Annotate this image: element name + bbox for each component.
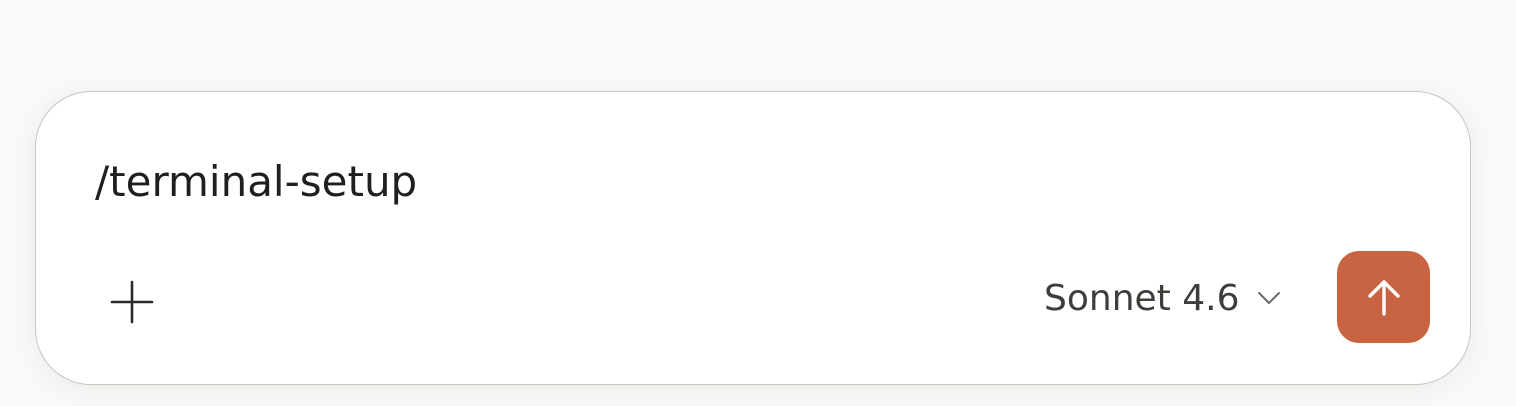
chevron-down-icon [1257,291,1281,305]
add-attachment-button[interactable] [102,272,162,332]
message-input[interactable]: /terminal-setup [95,154,417,210]
arrow-up-icon [1367,280,1400,316]
chat-composer: /terminal-setup Sonnet 4.6 [35,91,1471,385]
plus-icon [110,280,154,324]
model-selector-label: Sonnet 4.6 [1044,277,1240,319]
page: /terminal-setup Sonnet 4.6 [0,0,1516,406]
send-button[interactable] [1337,251,1430,343]
model-selector[interactable]: Sonnet 4.6 [1044,273,1281,323]
